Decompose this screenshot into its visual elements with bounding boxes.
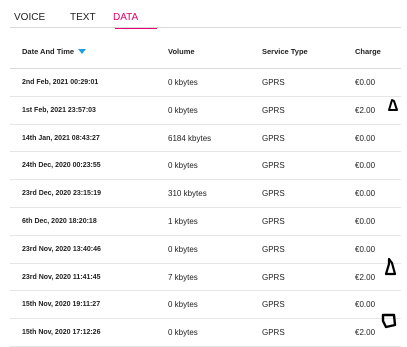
row-date: 2nd Feb, 2021 00:29:01 bbox=[22, 79, 99, 86]
row-service-type: GPRS bbox=[262, 328, 285, 338]
tab-text[interactable]: TEXT bbox=[70, 12, 96, 26]
row-volume: 0 kbytes bbox=[168, 300, 198, 310]
row-date: 1st Feb, 2021 23:57:03 bbox=[22, 106, 96, 114]
row-charge: €2.00 bbox=[355, 272, 376, 282]
row-charge: €2.00 bbox=[355, 105, 376, 115]
tab-voice[interactable]: VOICE bbox=[14, 12, 45, 26]
column-header-charge: Charge bbox=[355, 47, 381, 56]
handwritten-mark bbox=[381, 313, 397, 329]
table-row: 24th Dec, 2020 00:23:55 0 kbytes GPRS €0… bbox=[10, 152, 401, 181]
row-volume: 6184 kbytes bbox=[168, 133, 212, 143]
row-volume: 0 kbytes bbox=[168, 78, 198, 87]
row-service-type: GPRS bbox=[262, 272, 285, 282]
row-service-type: GPRS bbox=[262, 216, 285, 226]
row-service-type: GPRS bbox=[262, 78, 285, 87]
row-charge: €2.00 bbox=[355, 328, 376, 338]
row-date: 14th Jan, 2021 08:43:27 bbox=[22, 134, 100, 142]
row-service-type: GPRS bbox=[262, 189, 285, 199]
handwritten-mark bbox=[384, 258, 397, 276]
row-charge: €0.00 bbox=[355, 300, 376, 310]
row-date: 23rd Dec, 2020 23:15:19 bbox=[22, 190, 101, 198]
row-service-type: GPRS bbox=[262, 105, 285, 115]
column-header-volume: Volume bbox=[168, 47, 195, 56]
row-volume: 0 kbytes bbox=[168, 105, 198, 115]
row-charge: €0.00 bbox=[355, 161, 376, 171]
row-volume: 7 kbytes bbox=[168, 272, 198, 282]
row-service-type: GPRS bbox=[262, 161, 285, 171]
tabs-divider bbox=[10, 27, 401, 28]
column-header-date-label: Date And Time bbox=[22, 47, 75, 56]
row-volume: 310 kbytes bbox=[168, 189, 207, 199]
tab-data[interactable]: DATA bbox=[113, 12, 138, 26]
table-row: 1st Feb, 2021 23:57:03 0 kbytes GPRS €2.… bbox=[10, 97, 401, 125]
row-charge: €0.00 bbox=[355, 244, 376, 254]
row-date: 15th Nov, 2020 19:11:27 bbox=[22, 301, 101, 309]
column-header-service-type: Service Type bbox=[262, 47, 308, 56]
row-charge: €0.00 bbox=[355, 216, 376, 226]
row-charge: €0.00 bbox=[355, 78, 376, 87]
row-date: 15th Nov, 2020 17:12:26 bbox=[22, 329, 101, 337]
sort-descending-icon[interactable] bbox=[78, 49, 87, 54]
usage-table: Date And Time Volume Service Type Charge… bbox=[10, 34, 401, 347]
row-service-type: GPRS bbox=[262, 300, 285, 310]
row-service-type: GPRS bbox=[262, 133, 285, 143]
table-row: 15th Nov, 2020 19:11:27 0 kbytes GPRS €0… bbox=[10, 291, 401, 320]
row-charge: €0.00 bbox=[355, 133, 376, 143]
row-volume: 0 kbytes bbox=[168, 244, 198, 254]
table-row: 6th Dec, 2020 18:20:18 1 kbytes GPRS €0.… bbox=[10, 208, 401, 236]
table-row: 23rd Dec, 2020 23:15:19 310 kbytes GPRS … bbox=[10, 180, 401, 208]
table-row: 2nd Feb, 2021 00:29:01 0 kbytes GPRS €0.… bbox=[10, 69, 401, 97]
row-volume: 0 kbytes bbox=[168, 161, 198, 171]
row-date: 24th Dec, 2020 00:23:55 bbox=[22, 162, 101, 170]
row-charge: €0.00 bbox=[355, 189, 376, 199]
row-volume: 1 kbytes bbox=[168, 216, 198, 226]
table-header: Date And Time Volume Service Type Charge bbox=[10, 34, 401, 69]
column-header-date[interactable]: Date And Time bbox=[22, 47, 87, 56]
row-date: 23rd Nov, 2020 11:41:45 bbox=[22, 273, 101, 281]
row-date: 23rd Nov, 2020 13:40:46 bbox=[22, 245, 101, 253]
row-service-type: GPRS bbox=[262, 244, 285, 254]
handwritten-mark bbox=[388, 99, 398, 111]
table-row: 14th Jan, 2021 08:43:27 6184 kbytes GPRS… bbox=[10, 125, 401, 153]
table-row: 15th Nov, 2020 17:12:26 0 kbytes GPRS €2… bbox=[10, 319, 401, 347]
table-row: 23rd Nov, 2020 13:40:46 0 kbytes GPRS €0… bbox=[10, 236, 401, 264]
row-volume: 0 kbytes bbox=[168, 328, 198, 338]
row-date: 6th Dec, 2020 18:20:18 bbox=[22, 217, 97, 225]
table-row: 23rd Nov, 2020 11:41:45 7 kbytes GPRS €2… bbox=[10, 264, 401, 292]
